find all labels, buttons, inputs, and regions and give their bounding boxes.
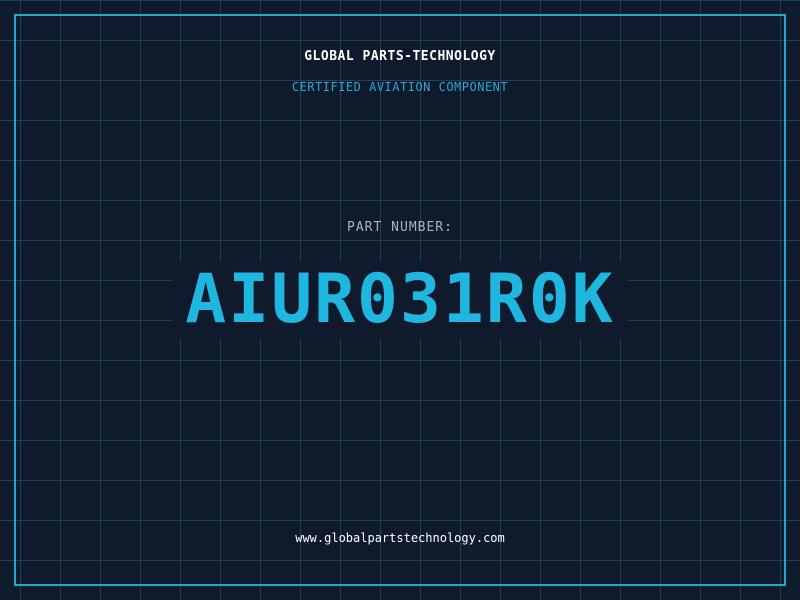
brand-subtitle: CERTIFIED AVIATION COMPONENT: [291, 80, 509, 94]
brand-title: GLOBAL PARTS-TECHNOLOGY: [304, 49, 496, 64]
part-number-value: AIUR031R0K: [185, 260, 615, 339]
website-link[interactable]: www.globalpartstechnology.com: [0, 531, 800, 545]
part-number-label: PART NUMBER:: [347, 220, 453, 235]
part-card: GLOBAL PARTS-TECHNOLOGY CERTIFIED AVIATI…: [0, 0, 800, 600]
